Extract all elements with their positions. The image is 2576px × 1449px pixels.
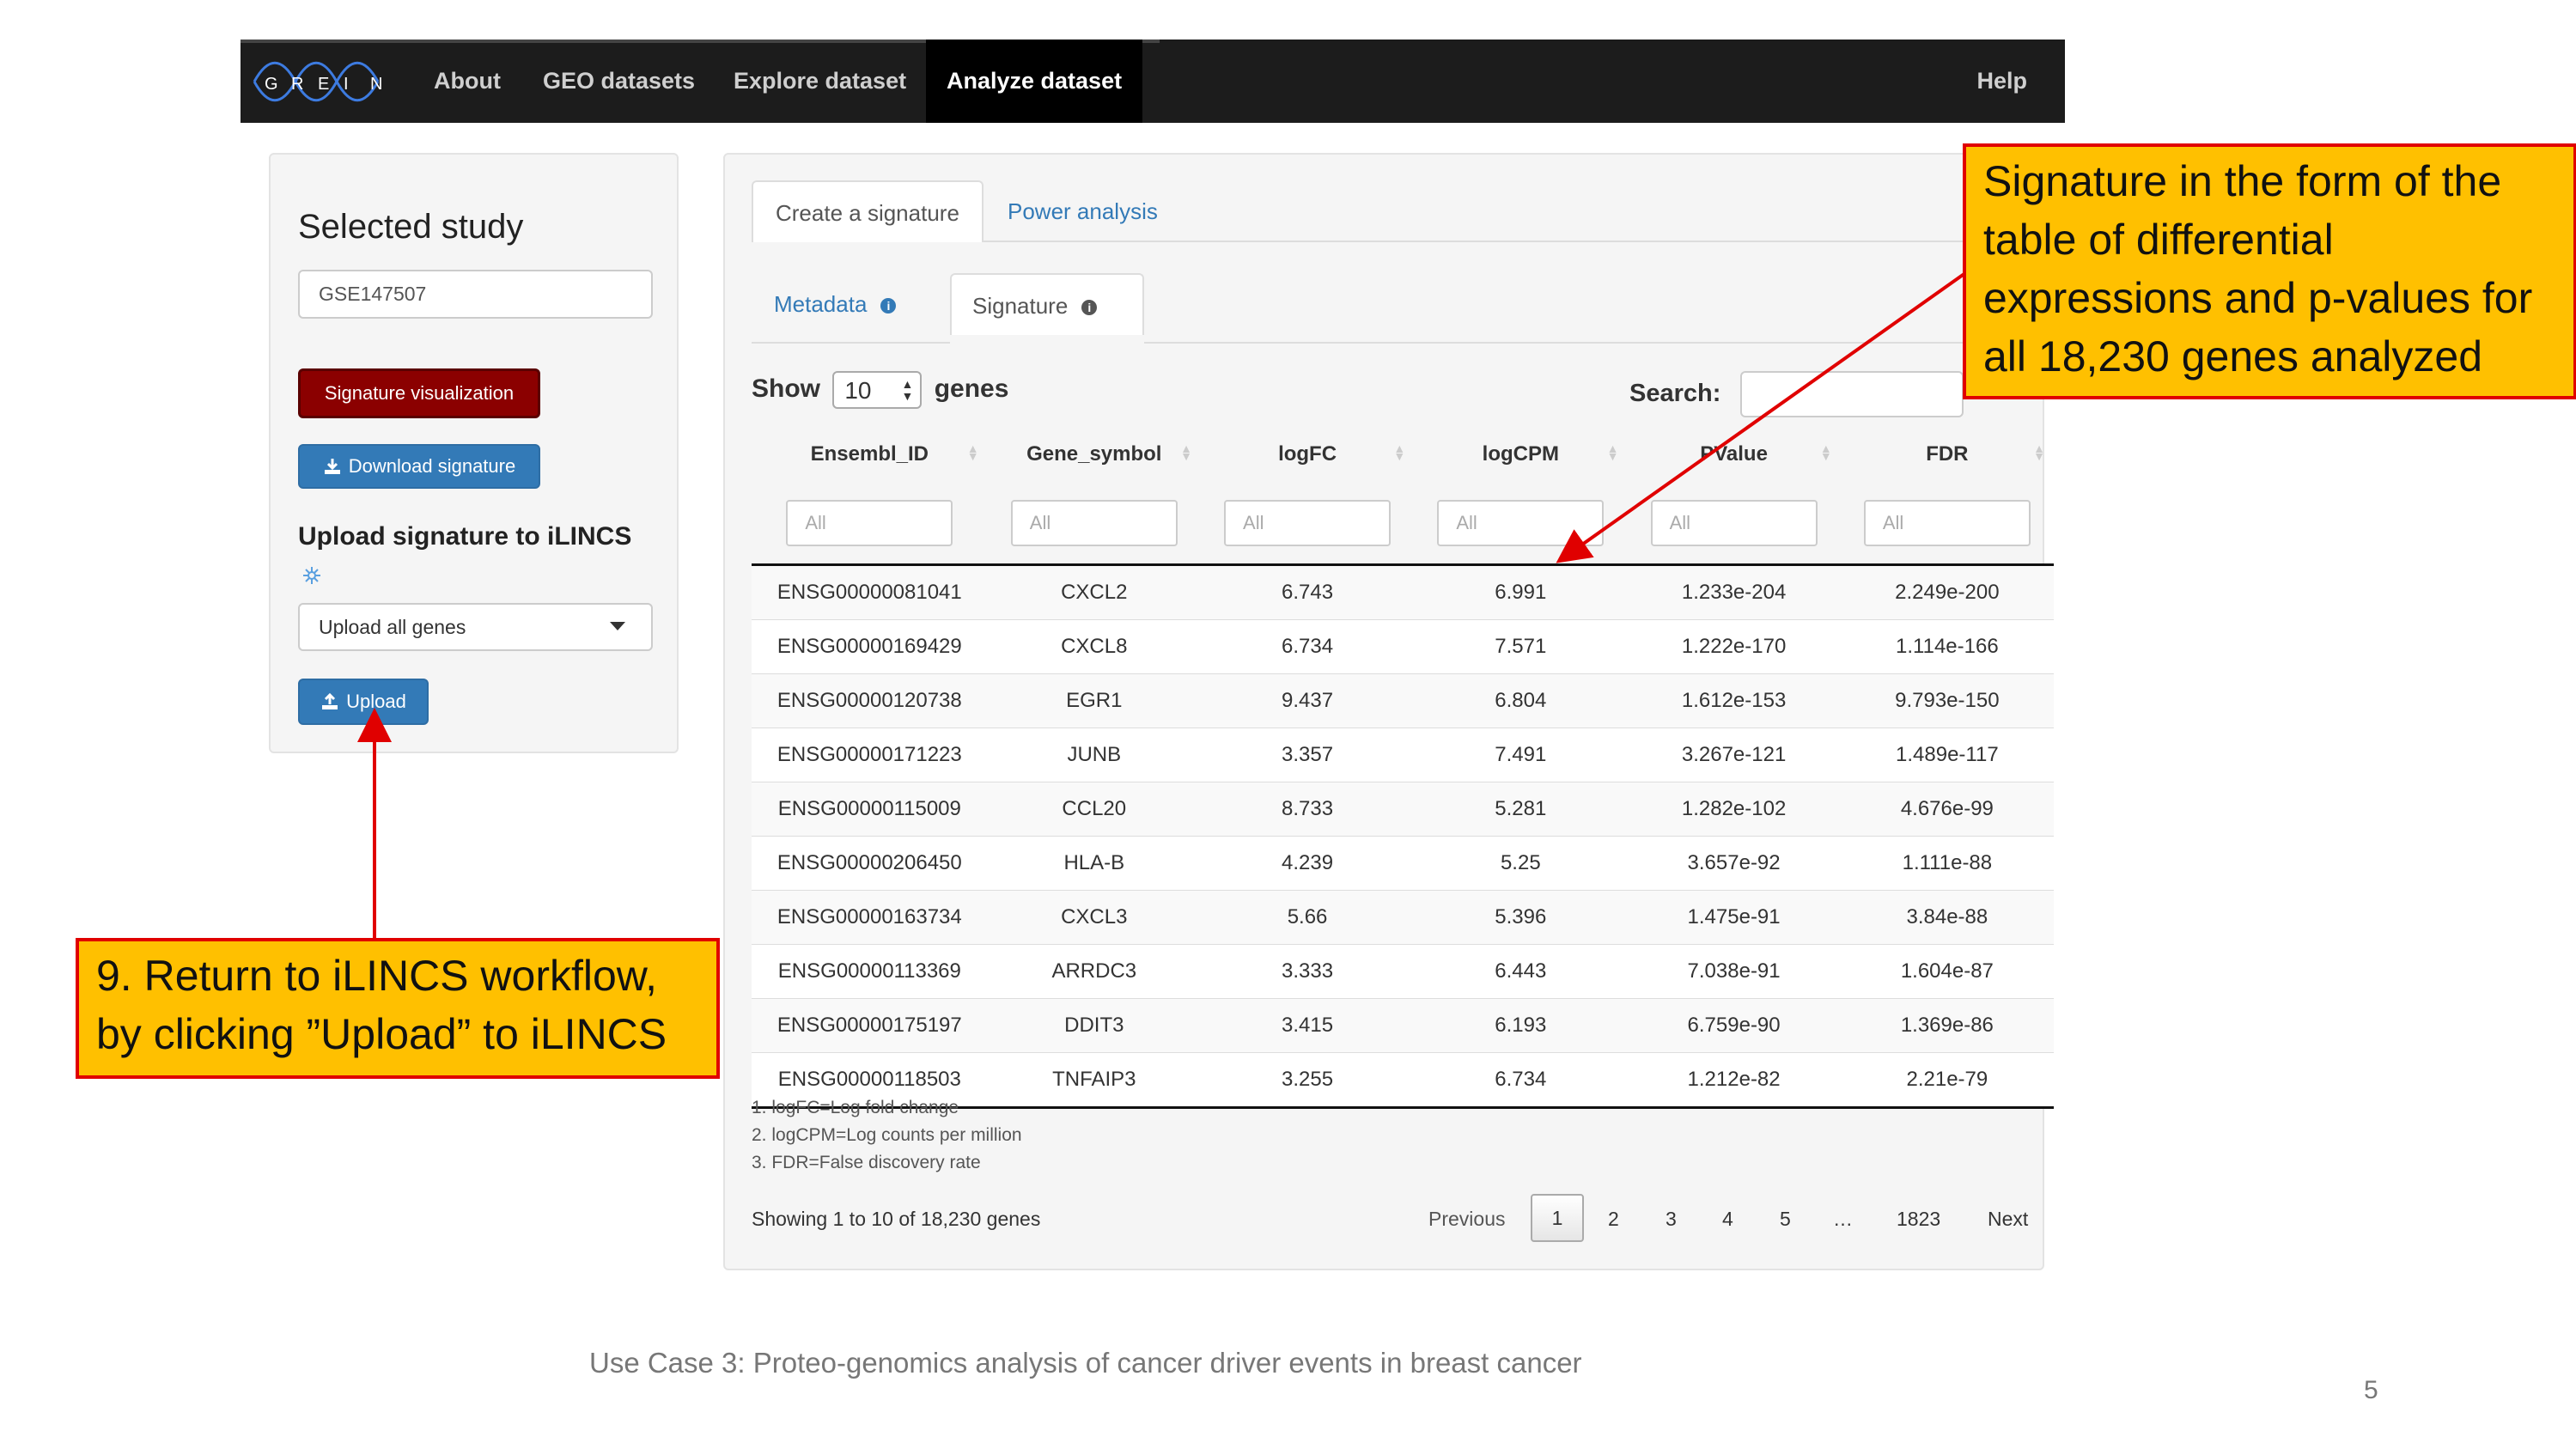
arrow-to-table (1556, 271, 1967, 563)
callout-upload: 9. Return to iLINCS workflow, by clickin… (76, 938, 720, 1079)
callout-signature: Signature in the form of the table of di… (1963, 143, 2576, 399)
slide-page-number: 5 (2364, 1376, 2378, 1404)
slide-caption: Use Case 3: Proteo-genomics analysis of … (589, 1347, 1582, 1379)
